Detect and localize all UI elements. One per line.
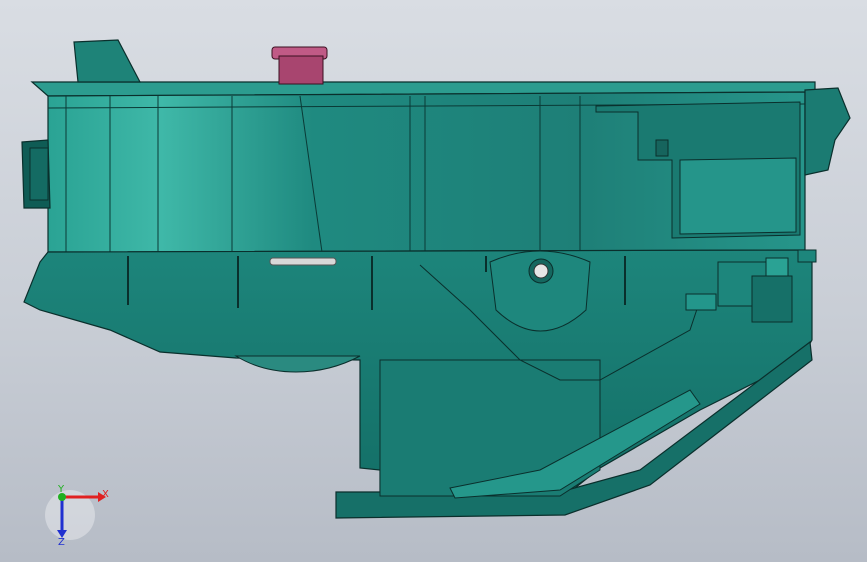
cad-3d-viewport[interactable]: X Y Z xyxy=(0,0,867,562)
z-axis-label: Z xyxy=(58,537,65,548)
y-axis-label: Y xyxy=(57,484,65,495)
x-axis-label: X xyxy=(102,489,109,500)
axis-triad: X Y Z xyxy=(45,484,109,548)
